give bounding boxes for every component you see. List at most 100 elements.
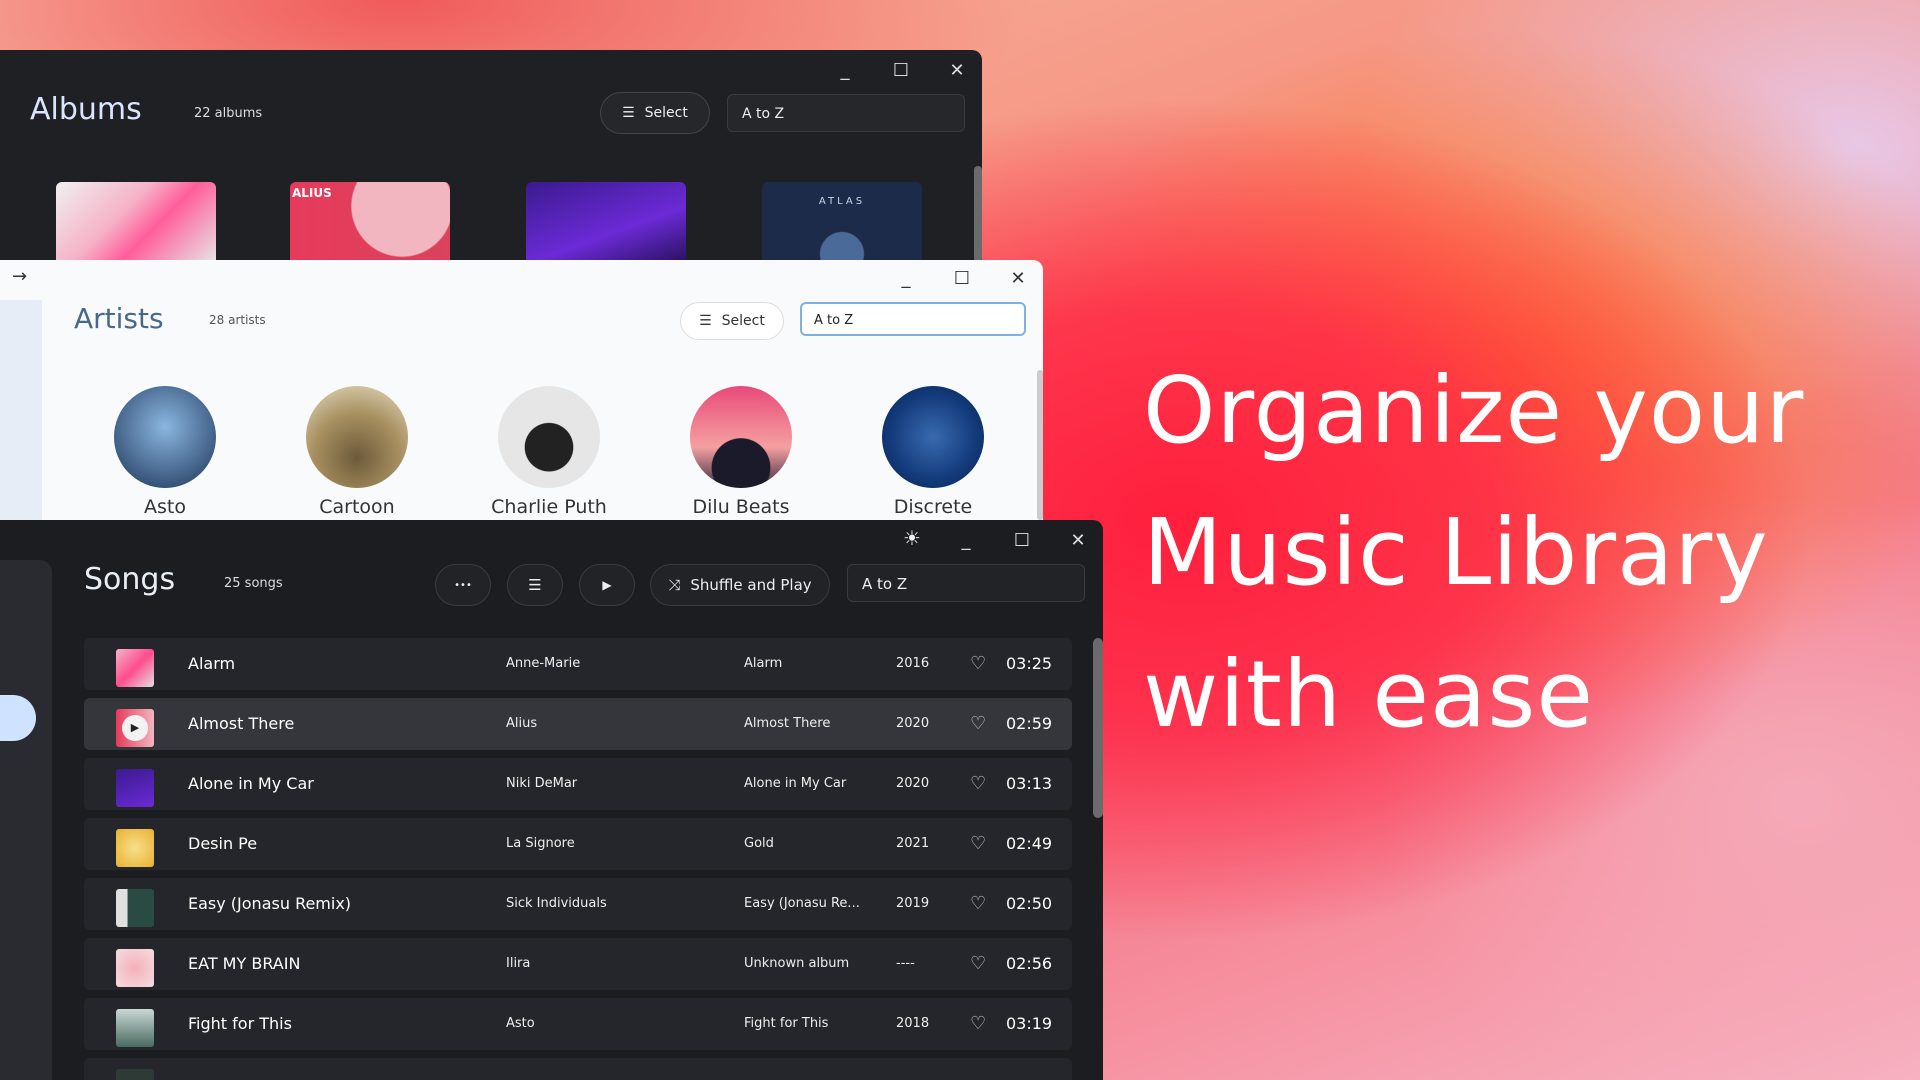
select-icon: ☰ [528, 576, 542, 594]
artist-name: Charlie Puth [491, 496, 607, 518]
maximize-icon[interactable]: ☐ [1013, 530, 1031, 551]
song-artist: Ilira [506, 956, 531, 971]
maximize-icon[interactable]: ☐ [892, 60, 910, 81]
artist-card[interactable]: Dilu Beats [671, 386, 811, 518]
album-cover-text: ALIUS [292, 186, 332, 200]
sidebar [0, 560, 52, 1080]
song-year: 2019 [896, 896, 930, 911]
artist-card[interactable]: Asto [95, 386, 235, 518]
album-cover[interactable] [56, 182, 216, 260]
shuffle-and-play-button[interactable]: ⤨ Shuffle and Play [650, 564, 830, 606]
heart-icon[interactable]: ♡ [970, 878, 986, 930]
song-row[interactable]: Desin Pe La Signore Gold 2021 ♡ 02:49 [84, 818, 1072, 870]
artist-name: Cartoon [319, 496, 395, 518]
song-row[interactable]: Alone in My Car Niki DeMar Alone in My C… [84, 758, 1072, 810]
select-label: Select [644, 105, 688, 121]
song-duration: 02:49 [1006, 834, 1053, 853]
song-row[interactable]: ▶ Almost There Alius Almost There 2020 ♡… [84, 698, 1072, 750]
artist-card[interactable]: Charlie Puth [479, 386, 619, 518]
back-arrow-icon[interactable]: → [12, 266, 27, 287]
maximize-icon[interactable]: ☐ [953, 268, 971, 289]
song-album: Alarm [744, 656, 783, 671]
song-row[interactable]: EAT MY BRAIN Ilira Unknown album ---- ♡ … [84, 938, 1072, 990]
song-artwork [116, 889, 154, 927]
songs-window-controls: _ ☐ ✕ [957, 530, 1087, 551]
close-icon[interactable]: ✕ [948, 60, 966, 81]
heart-icon[interactable]: ♡ [970, 818, 986, 870]
shuffle-icon: ⤨ [668, 576, 681, 594]
heart-icon[interactable]: ♡ [970, 638, 986, 690]
play-icon: ▶ [602, 578, 612, 592]
avatar [498, 386, 600, 488]
song-album: Unknown album [744, 956, 850, 971]
select-button[interactable]: ☰ [507, 564, 563, 606]
minimize-icon[interactable]: _ [897, 268, 915, 289]
song-row[interactable]: Fight for This Asto Fight for This 2018 … [84, 998, 1072, 1050]
song-title: Almost There [188, 714, 295, 733]
avatar [306, 386, 408, 488]
sort-dropdown[interactable]: A to Z [800, 302, 1026, 336]
song-row[interactable] [84, 1058, 1072, 1080]
song-duration: 02:50 [1006, 894, 1053, 913]
songs-count: 25 songs [224, 576, 283, 591]
sun-icon[interactable]: ☀ [903, 526, 921, 550]
song-artist: Asto [506, 1016, 535, 1031]
artist-card[interactable]: Discrete [863, 386, 1003, 518]
artist-name: Discrete [893, 496, 973, 518]
sort-dropdown[interactable]: A to Z [727, 94, 965, 132]
song-artist: Alius [506, 716, 538, 731]
song-artist: Anne-Marie [506, 656, 581, 671]
select-icon: ☰ [622, 105, 635, 121]
song-row[interactable]: Alarm Anne-Marie Alarm 2016 ♡ 03:25 [84, 638, 1072, 690]
song-year: ---- [896, 956, 915, 971]
albums-window-controls: _ ☐ ✕ [836, 60, 966, 81]
song-duration: 03:19 [1006, 1014, 1053, 1033]
more-button[interactable]: ••• [435, 564, 491, 606]
minimize-icon[interactable]: _ [836, 60, 854, 81]
song-title: Alarm [188, 654, 236, 673]
artists-window: → _ ☐ ✕ Artists 28 artists ☰ Select A to… [0, 260, 1043, 520]
song-album: Alone in My Car [744, 776, 847, 791]
song-duration: 02:59 [1006, 714, 1053, 733]
song-row[interactable]: Easy (Jonasu Remix) Sick Individuals Eas… [84, 878, 1072, 930]
headline-line-3: with ease [1143, 641, 1594, 748]
song-artist: La Signore [506, 836, 575, 851]
song-album: Easy (Jonasu Re... [744, 896, 860, 911]
heart-icon[interactable]: ♡ [970, 698, 986, 750]
more-icon: ••• [454, 579, 472, 591]
sort-dropdown[interactable]: A to Z [847, 564, 1085, 602]
headline-line-2: Music Library [1143, 499, 1769, 606]
artists-count: 28 artists [209, 313, 266, 327]
song-year: 2020 [896, 776, 930, 791]
heart-icon[interactable]: ♡ [970, 998, 986, 1050]
heart-icon[interactable]: ♡ [970, 938, 986, 990]
artist-name: Dilu Beats [692, 496, 790, 518]
album-cover[interactable]: ATLAS [762, 182, 922, 260]
select-icon: ☰ [699, 313, 712, 329]
song-artwork [116, 829, 154, 867]
close-icon[interactable]: ✕ [1069, 530, 1087, 551]
avatar [882, 386, 984, 488]
song-title: Desin Pe [188, 834, 258, 853]
heart-icon[interactable]: ♡ [970, 758, 986, 810]
select-button[interactable]: ☰ Select [600, 92, 710, 134]
play-icon[interactable]: ▶ [122, 715, 148, 741]
album-cover[interactable]: ALIUS [290, 182, 450, 260]
headline-line-1: Organize your [1143, 357, 1805, 464]
scrollbar[interactable] [974, 166, 982, 260]
close-icon[interactable]: ✕ [1009, 268, 1027, 289]
minimize-icon[interactable]: _ [957, 530, 975, 551]
play-button[interactable]: ▶ [579, 564, 635, 606]
scrollbar[interactable] [1093, 638, 1103, 818]
song-album: Almost There [744, 716, 831, 731]
album-cover[interactable] [526, 182, 686, 260]
song-artwork [116, 769, 154, 807]
song-artwork [116, 1009, 154, 1047]
song-artwork [116, 1069, 154, 1080]
scrollbar[interactable] [1037, 370, 1043, 520]
artist-card[interactable]: Cartoon [287, 386, 427, 518]
song-artwork [116, 649, 154, 687]
select-button[interactable]: ☰ Select [680, 302, 784, 340]
song-year: 2016 [896, 656, 930, 671]
avatar [690, 386, 792, 488]
